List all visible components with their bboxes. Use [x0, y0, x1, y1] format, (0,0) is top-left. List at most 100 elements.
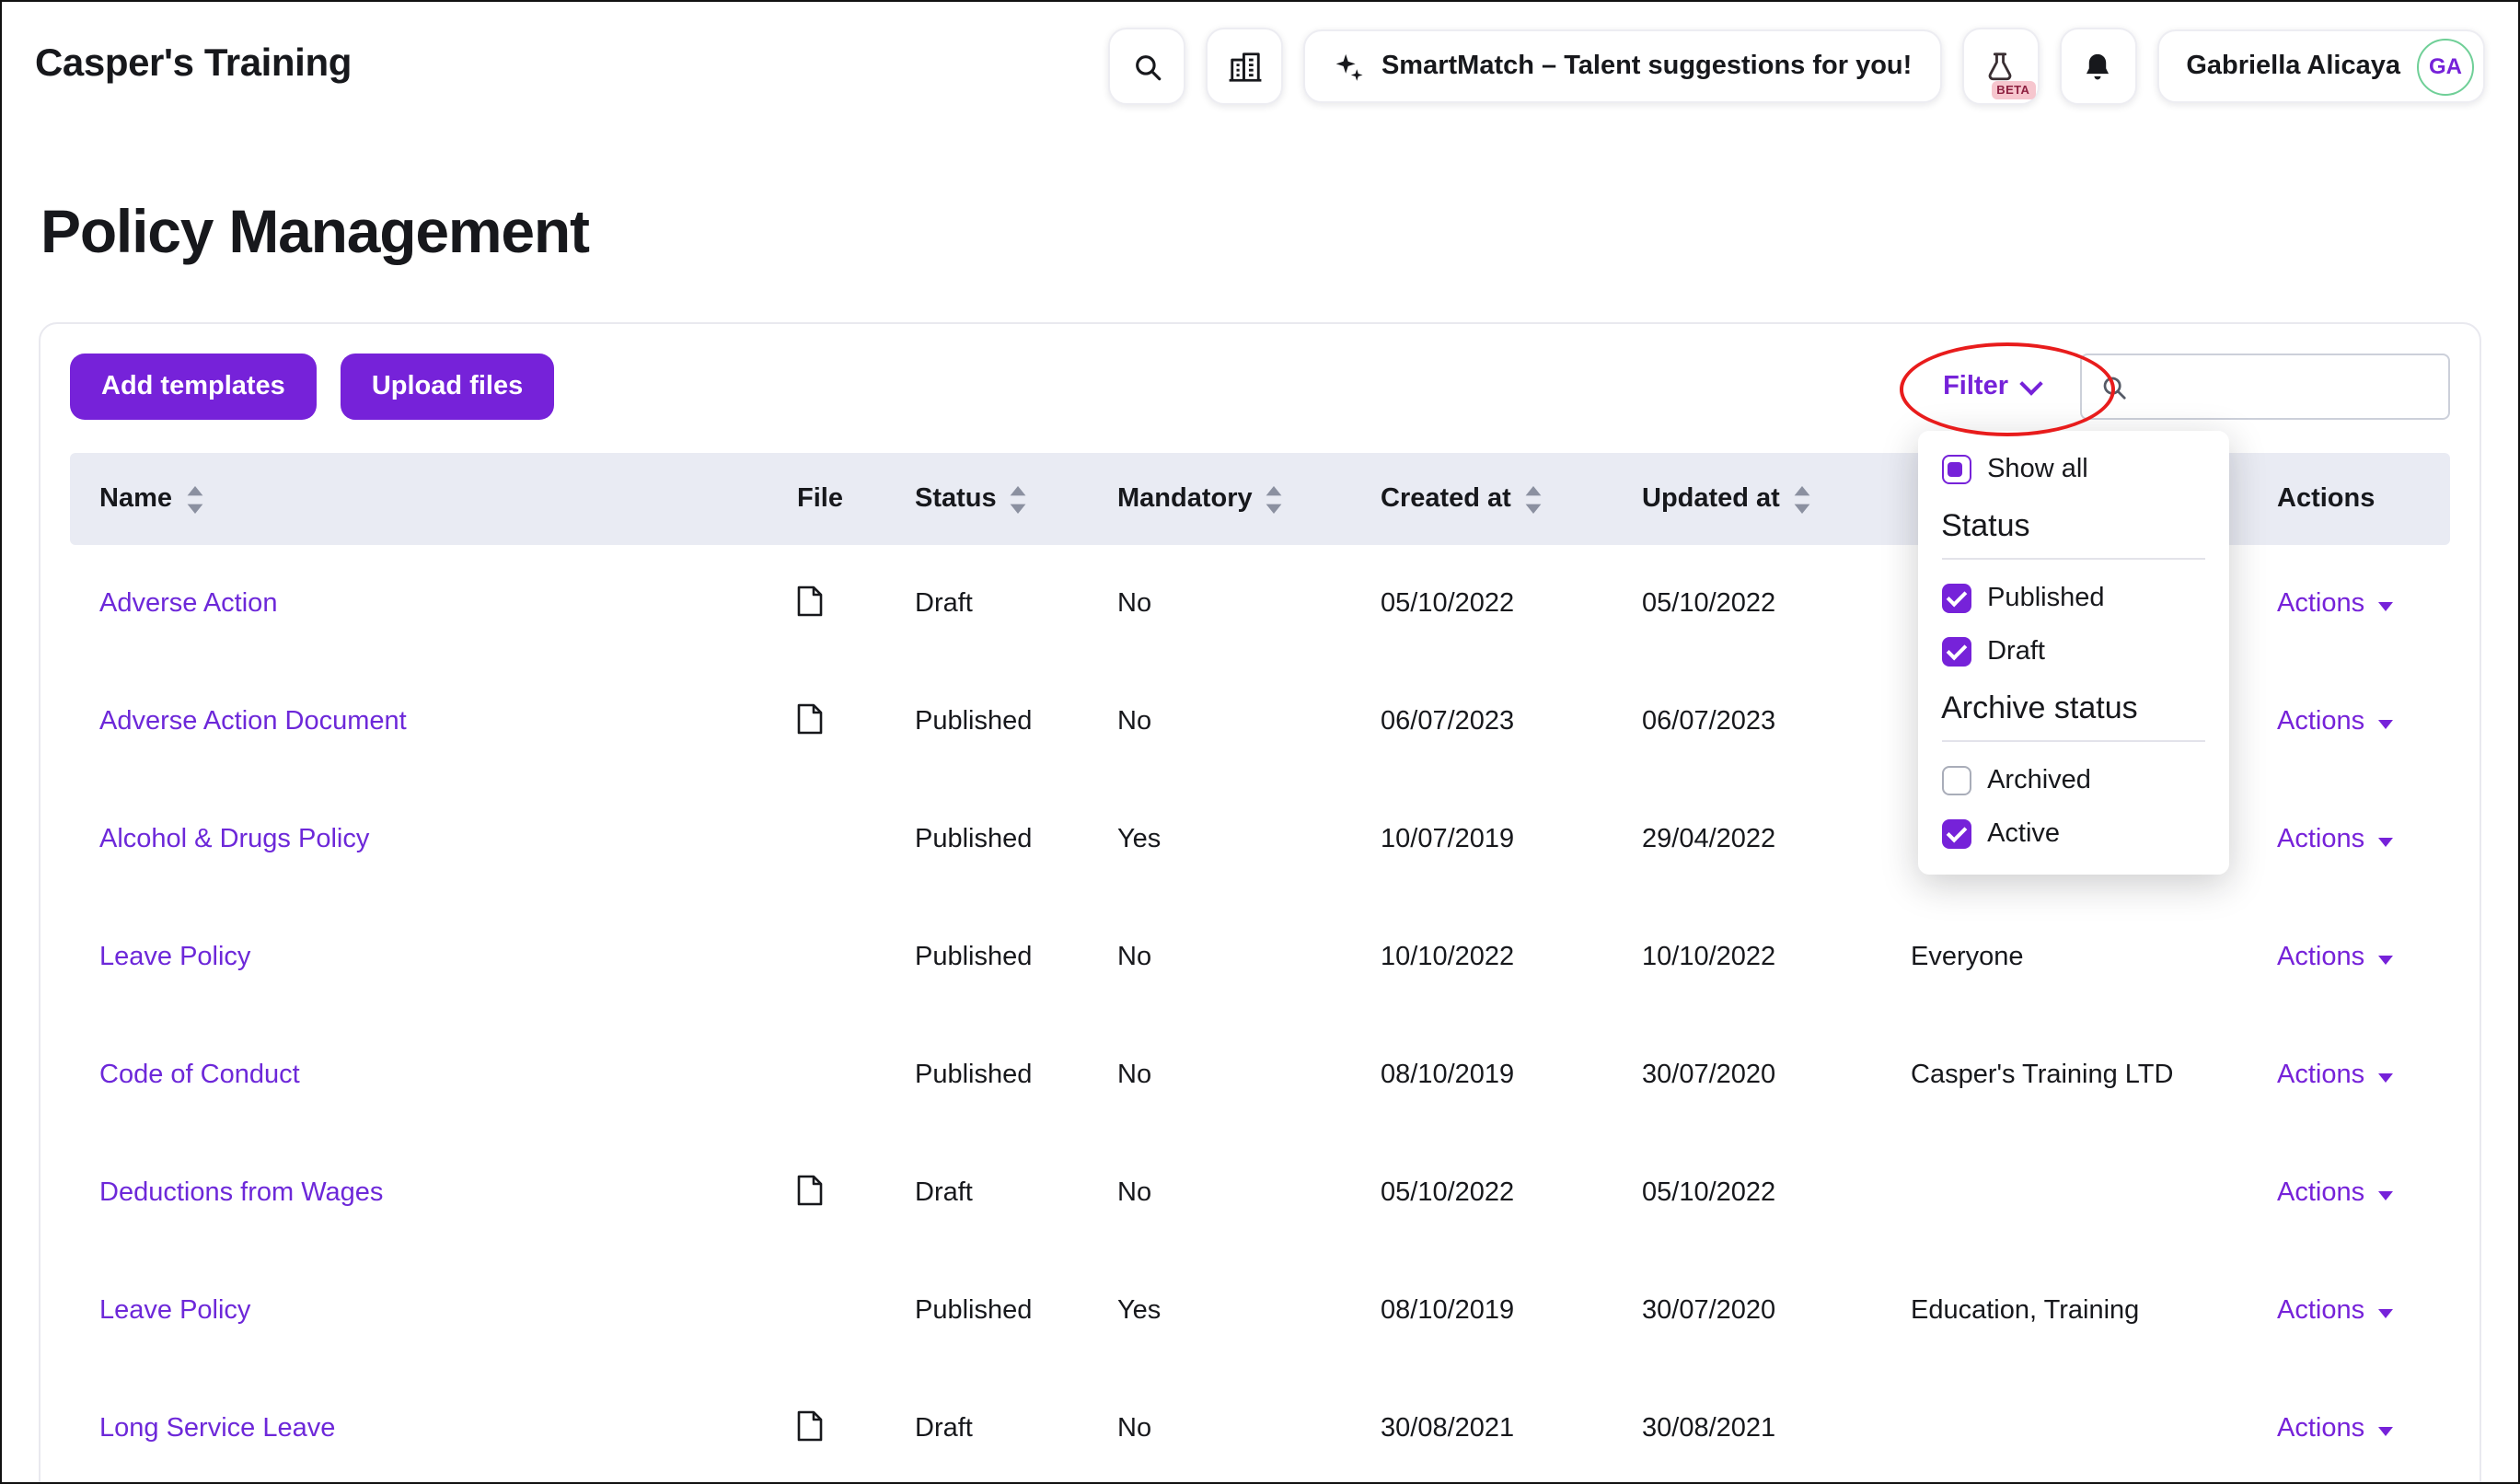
created-at-cell: 08/10/2019 — [1381, 1296, 1642, 1326]
file-cell[interactable] — [797, 1409, 915, 1448]
actions-menu-button[interactable]: Actions — [2277, 1296, 2450, 1326]
filter-option-active[interactable]: Active — [1941, 819, 2204, 849]
table-search-input[interactable] — [2141, 370, 2430, 403]
actions-menu-button[interactable]: Actions — [2277, 825, 2450, 854]
column-label: Actions — [2277, 484, 2375, 514]
top-bar: Casper's Training SmartMatch – Talent su… — [2, 2, 2518, 123]
filter-option-archived[interactable]: Archived — [1941, 766, 2204, 795]
checkbox-checked-icon[interactable] — [1941, 637, 1971, 667]
mandatory-cell: No — [1117, 1178, 1381, 1208]
updated-at-cell: 30/08/2021 — [1642, 1414, 1911, 1443]
sort-icon[interactable] — [1266, 485, 1284, 513]
column-label: Updated at — [1642, 484, 1780, 514]
status-cell: Draft — [915, 589, 1117, 619]
policy-name-link[interactable]: Adverse Action Document — [99, 707, 797, 736]
policy-name-link[interactable]: Alcohol & Drugs Policy — [99, 825, 797, 854]
column-label: Mandatory — [1117, 484, 1253, 514]
sort-icon[interactable] — [1524, 485, 1543, 513]
sort-icon[interactable] — [185, 485, 203, 513]
filter-section-status: Status — [1941, 508, 2204, 560]
sort-icon[interactable] — [1793, 485, 1811, 513]
actions-label: Actions — [2277, 707, 2364, 736]
created-at-cell: 05/10/2022 — [1381, 589, 1642, 619]
labs-button[interactable]: BETA — [1961, 28, 2039, 105]
file-icon — [797, 1174, 823, 1205]
smartmatch-button[interactable]: SmartMatch – Talent suggestions for you! — [1304, 29, 1941, 103]
column-header-mandatory[interactable]: Mandatory — [1117, 484, 1381, 514]
actions-menu-button[interactable]: Actions — [2277, 1178, 2450, 1208]
updated-at-cell: 05/10/2022 — [1642, 1178, 1911, 1208]
column-header-created-at[interactable]: Created at — [1381, 484, 1642, 514]
actions-menu-button[interactable]: Actions — [2277, 1414, 2450, 1443]
filter-option-draft[interactable]: Draft — [1941, 637, 2204, 667]
column-label: Status — [915, 484, 997, 514]
column-header-status[interactable]: Status — [915, 484, 1117, 514]
filter-dropdown: Show all Status Published Draft Archive … — [1917, 431, 2228, 875]
sparkle-icon — [1334, 51, 1365, 82]
file-cell[interactable] — [797, 702, 915, 741]
actions-label: Actions — [2277, 1178, 2364, 1208]
policy-name-link[interactable]: Deductions from Wages — [99, 1178, 797, 1208]
updated-at-cell: 30/07/2020 — [1642, 1061, 1911, 1090]
table-row: Code of Conduct Published No 08/10/2019 … — [70, 1016, 2450, 1134]
mandatory-cell: No — [1117, 707, 1381, 736]
file-icon — [797, 585, 823, 616]
actions-menu-button[interactable]: Actions — [2277, 589, 2450, 619]
table-row: Long Service Leave Draft No 30/08/2021 3… — [70, 1370, 2450, 1484]
filter-option-published[interactable]: Published — [1941, 584, 2204, 613]
sort-icon[interactable] — [1010, 485, 1028, 513]
user-menu-button[interactable]: Gabriella Alicaya GA — [2156, 29, 2485, 103]
status-cell: Draft — [915, 1414, 1117, 1443]
chevron-down-icon — [2377, 1308, 2392, 1317]
status-cell: Published — [915, 943, 1117, 972]
actions-label: Actions — [2277, 943, 2364, 972]
actions-menu-button[interactable]: Actions — [2277, 1061, 2450, 1090]
file-cell[interactable] — [797, 585, 915, 623]
created-at-cell: 30/08/2021 — [1381, 1414, 1642, 1443]
applies-to-cell: Education, Training — [1911, 1296, 2277, 1326]
table-row: Leave Policy Published No 10/10/2022 10/… — [70, 899, 2450, 1016]
chevron-down-icon — [2377, 837, 2392, 846]
updated-at-cell: 05/10/2022 — [1642, 589, 1911, 619]
chevron-down-icon — [2019, 371, 2042, 394]
upload-files-button[interactable]: Upload files — [341, 354, 554, 420]
updated-at-cell: 10/10/2022 — [1642, 943, 1911, 972]
file-cell[interactable] — [797, 1174, 915, 1212]
search-button[interactable] — [1109, 28, 1186, 105]
mandatory-cell: Yes — [1117, 1296, 1381, 1326]
created-at-cell: 08/10/2019 — [1381, 1061, 1642, 1090]
filter-option-label: Active — [1987, 819, 2060, 849]
mandatory-cell: No — [1117, 1061, 1381, 1090]
add-templates-button[interactable]: Add templates — [70, 354, 317, 420]
beta-badge: BETA — [1991, 81, 2035, 99]
created-at-cell: 10/07/2019 — [1381, 825, 1642, 854]
filter-section-archive-status: Archive status — [1941, 690, 2204, 742]
organisation-button[interactable] — [1207, 28, 1284, 105]
policy-name-link[interactable]: Leave Policy — [99, 1296, 797, 1326]
checkbox-checked-icon[interactable] — [1941, 584, 1971, 613]
table-search-box[interactable] — [2080, 354, 2450, 420]
checkbox-checked-icon[interactable] — [1941, 819, 1971, 849]
notifications-button[interactable] — [2059, 28, 2136, 105]
policy-name-link[interactable]: Leave Policy — [99, 943, 797, 972]
actions-menu-button[interactable]: Actions — [2277, 943, 2450, 972]
applies-to-cell: Everyone — [1911, 943, 2277, 972]
top-bar-actions: SmartMatch – Talent suggestions for you!… — [1109, 28, 2485, 105]
column-header-name[interactable]: Name — [99, 484, 797, 514]
checkbox-unchecked-icon[interactable] — [1941, 766, 1971, 795]
created-at-cell: 05/10/2022 — [1381, 1178, 1642, 1208]
bell-icon — [2082, 51, 2113, 82]
policy-name-link[interactable]: Long Service Leave — [99, 1414, 797, 1443]
filter-option-show-all[interactable]: Show all — [1941, 455, 2204, 484]
column-header-updated-at[interactable]: Updated at — [1642, 484, 1911, 514]
policy-name-link[interactable]: Code of Conduct — [99, 1061, 797, 1090]
policy-name-link[interactable]: Adverse Action — [99, 589, 797, 619]
user-name: Gabriella Alicaya — [2186, 52, 2400, 81]
filter-button[interactable]: Filter — [1917, 354, 2065, 420]
actions-menu-button[interactable]: Actions — [2277, 707, 2450, 736]
column-label: File — [797, 484, 843, 514]
filter-option-label: Show all — [1987, 455, 2088, 484]
checkbox-indeterminate-icon[interactable] — [1941, 455, 1971, 484]
actions-label: Actions — [2277, 1061, 2364, 1090]
chevron-down-icon — [2377, 1190, 2392, 1200]
